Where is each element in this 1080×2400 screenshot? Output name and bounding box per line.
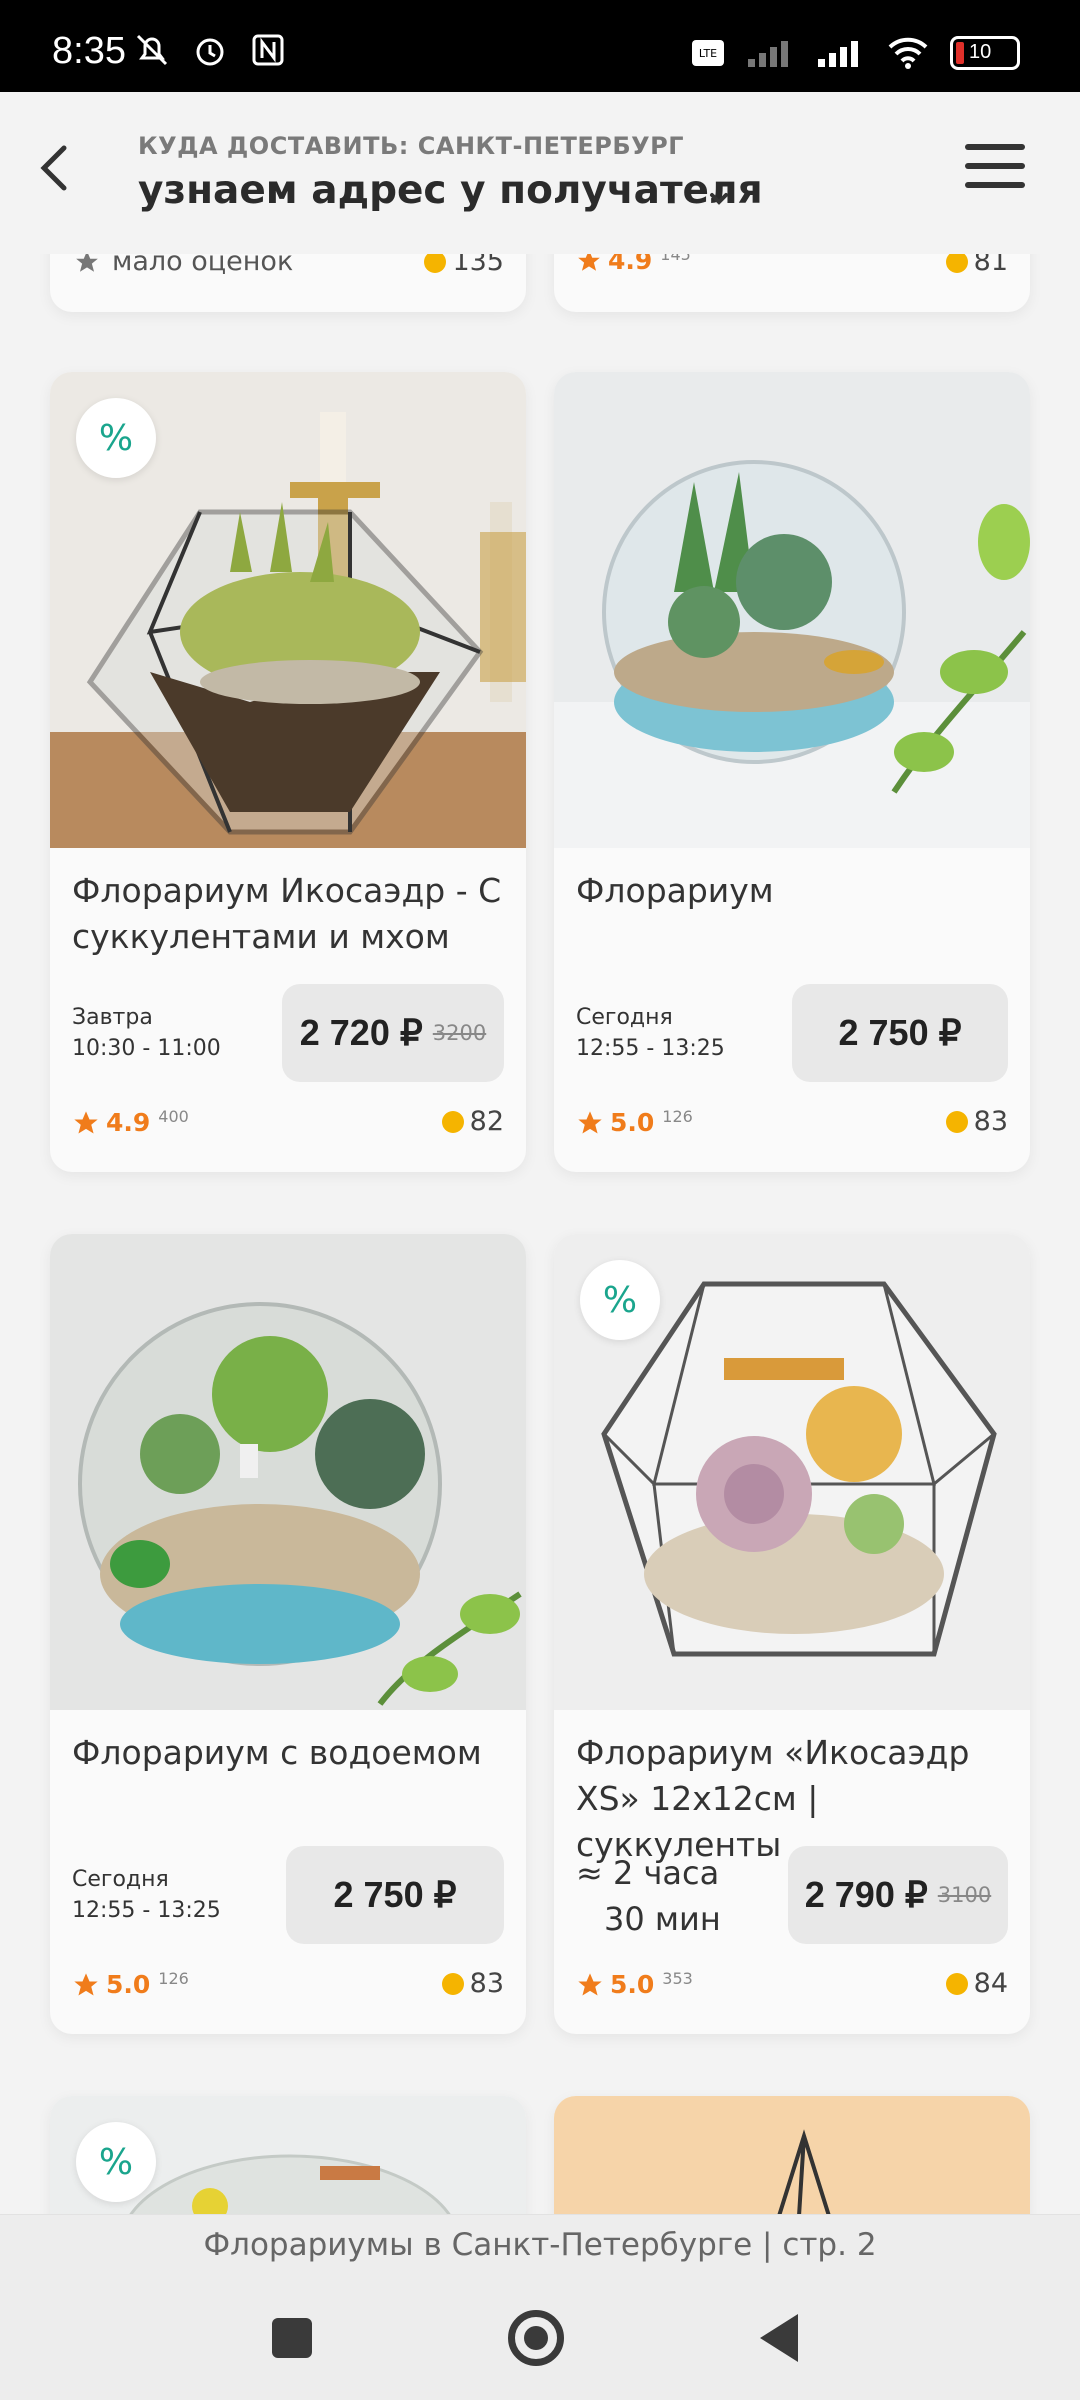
- rating: 5.0 126: [576, 1107, 693, 1137]
- nfc-icon: [252, 34, 284, 66]
- delivery-time: Сегодня 12:55 - 13:25: [576, 1002, 725, 1064]
- battery-level: 10: [969, 41, 992, 63]
- review-count: 126: [662, 1107, 693, 1126]
- page-indicator: Флорариумы в Санкт-Петербурге | стр. 2: [0, 2214, 1080, 2286]
- bonus-points: 83: [945, 1106, 1008, 1137]
- rating: 5.0 353: [576, 1969, 693, 1999]
- price: 2 720 ₽: [299, 1012, 423, 1053]
- delivery-address-select[interactable]: узнаем адрес у получателя: [138, 168, 763, 213]
- bonus-points: 83: [441, 1968, 504, 1999]
- alarm-icon: [196, 38, 224, 66]
- old-price: 3200: [432, 1021, 487, 1045]
- product-image[interactable]: %: [554, 1234, 1030, 1710]
- product-card[interactable]: Флорариум Сегодня 12:55 - 13:25 2 750 ₽ …: [554, 372, 1030, 1172]
- coin-icon: [441, 1110, 464, 1133]
- delivery-window: 10:30 - 11:00: [72, 1036, 221, 1061]
- review-count: 400: [158, 1107, 189, 1126]
- status-bar: 8:35 LTE 10: [0, 0, 1080, 92]
- delivery-window: 12:55 - 13:25: [576, 1036, 725, 1061]
- back-arrow-icon[interactable]: [30, 142, 82, 194]
- bonus-points: 84: [945, 1968, 1008, 1999]
- system-nav-bar: [0, 2286, 1080, 2400]
- svg-text:LTE: LTE: [699, 47, 717, 60]
- price: 2 790 ₽: [804, 1874, 928, 1915]
- status-icons-right: LTE 10: [690, 36, 1020, 70]
- bonus-points: 82: [441, 1106, 504, 1137]
- delivery-time: Сегодня 12:55 - 13:25: [72, 1864, 221, 1926]
- star-icon: [74, 1972, 98, 1995]
- star-icon: [74, 1110, 98, 1133]
- recent-apps-button[interactable]: [272, 2318, 312, 2358]
- status-time: 8:35: [52, 30, 126, 72]
- price-button[interactable]: 2 720 ₽ 3200: [282, 984, 504, 1082]
- delivery-eta: ≈ 2 часа 30 мин: [576, 1850, 721, 1942]
- status-icons-left: [132, 30, 288, 70]
- product-image[interactable]: [554, 372, 1030, 848]
- price-button[interactable]: 2 750 ₽: [792, 984, 1008, 1082]
- discount-badge: %: [76, 398, 156, 478]
- coin-icon: [945, 1110, 968, 1133]
- signal-icon: [748, 41, 788, 67]
- chevron-down-icon[interactable]: [704, 184, 734, 214]
- product-card[interactable]: % Флорариум «Икосаэдр XS» 12x12см | сукк…: [554, 1234, 1030, 2034]
- product-card[interactable]: % Флорариум Икосаэдр - С суккулентами и …: [50, 372, 526, 1172]
- product-card[interactable]: Флорариум с водоемом Сегодня 12:55 - 13:…: [50, 1234, 526, 2034]
- price: 2 750 ₽: [838, 1012, 962, 1053]
- product-title[interactable]: Флорариум с водоемом: [72, 1730, 502, 1776]
- rating: 5.0 126: [72, 1969, 189, 1999]
- rating-value: 5.0: [610, 1108, 655, 1137]
- product-image[interactable]: %: [50, 372, 526, 848]
- delivery-window: 12:55 - 13:25: [72, 1898, 221, 1923]
- review-count: 353: [662, 1969, 693, 1988]
- mute-icon: [136, 34, 168, 66]
- star-icon: [578, 1110, 602, 1133]
- delivery-city-label: КУДА ДОСТАВИТЬ: САНКТ-ПЕТЕРБУРГ: [138, 132, 684, 160]
- hamburger-menu-button[interactable]: [965, 144, 1025, 194]
- product-title[interactable]: Флорариум: [576, 868, 1006, 914]
- rating-value: 5.0: [106, 1970, 151, 1999]
- rating-value: 4.9: [106, 1108, 151, 1137]
- delivery-eta-hours: ≈ 2 часа: [576, 1854, 720, 1892]
- points-value: 84: [973, 1968, 1008, 1999]
- battery-icon: 10: [950, 36, 1020, 70]
- old-price: 3100: [937, 1883, 992, 1907]
- rating: 4.9 400: [72, 1107, 189, 1137]
- discount-badge: %: [580, 1260, 660, 1340]
- delivery-eta-minutes: 30 мин: [604, 1900, 721, 1938]
- product-title[interactable]: Флорариум Икосаэдр - С суккулентами и мх…: [72, 868, 502, 960]
- coin-icon: [441, 1972, 464, 1995]
- discount-badge: %: [76, 2122, 156, 2202]
- delivery-day: Сегодня: [576, 1005, 673, 1030]
- volte-icon: LTE: [692, 40, 724, 66]
- points-value: 83: [973, 1106, 1008, 1137]
- star-icon: [578, 1972, 602, 1995]
- system-back-button[interactable]: [760, 2314, 798, 2362]
- price-button[interactable]: 2 750 ₽: [286, 1846, 504, 1944]
- price: 2 750 ₽: [333, 1874, 457, 1915]
- review-count: 126: [158, 1969, 189, 1988]
- rating-value: 5.0: [610, 1970, 655, 1999]
- signal-icon-2: [818, 41, 858, 67]
- delivery-time: Завтра 10:30 - 11:00: [72, 1002, 221, 1064]
- coin-icon: [945, 1972, 968, 1995]
- app-header: КУДА ДОСТАВИТЬ: САНКТ-ПЕТЕРБУРГ узнаем а…: [0, 92, 1080, 254]
- delivery-day: Завтра: [72, 1005, 153, 1030]
- points-value: 83: [469, 1968, 504, 1999]
- home-button[interactable]: [508, 2310, 564, 2366]
- points-value: 82: [469, 1106, 504, 1137]
- price-button[interactable]: 2 790 ₽ 3100: [788, 1846, 1008, 1944]
- wifi-icon: [888, 37, 928, 69]
- product-image[interactable]: [50, 1234, 526, 1710]
- delivery-day: Сегодня: [72, 1867, 169, 1892]
